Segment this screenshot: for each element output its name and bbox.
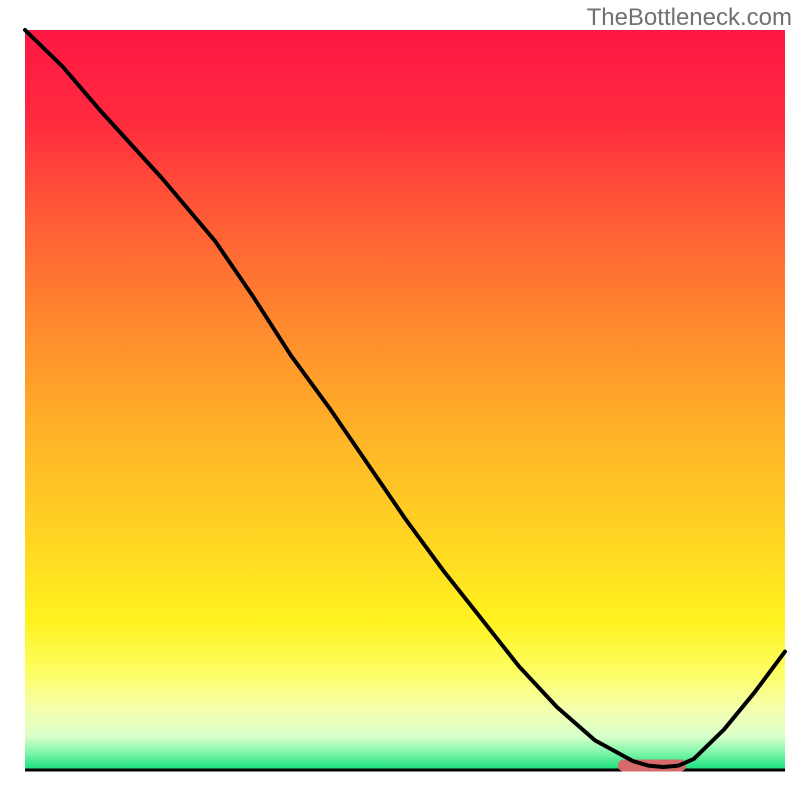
gradient-background: [25, 30, 785, 770]
bottleneck-chart: [0, 0, 800, 800]
chart-canvas: TheBottleneck.com: [0, 0, 800, 800]
